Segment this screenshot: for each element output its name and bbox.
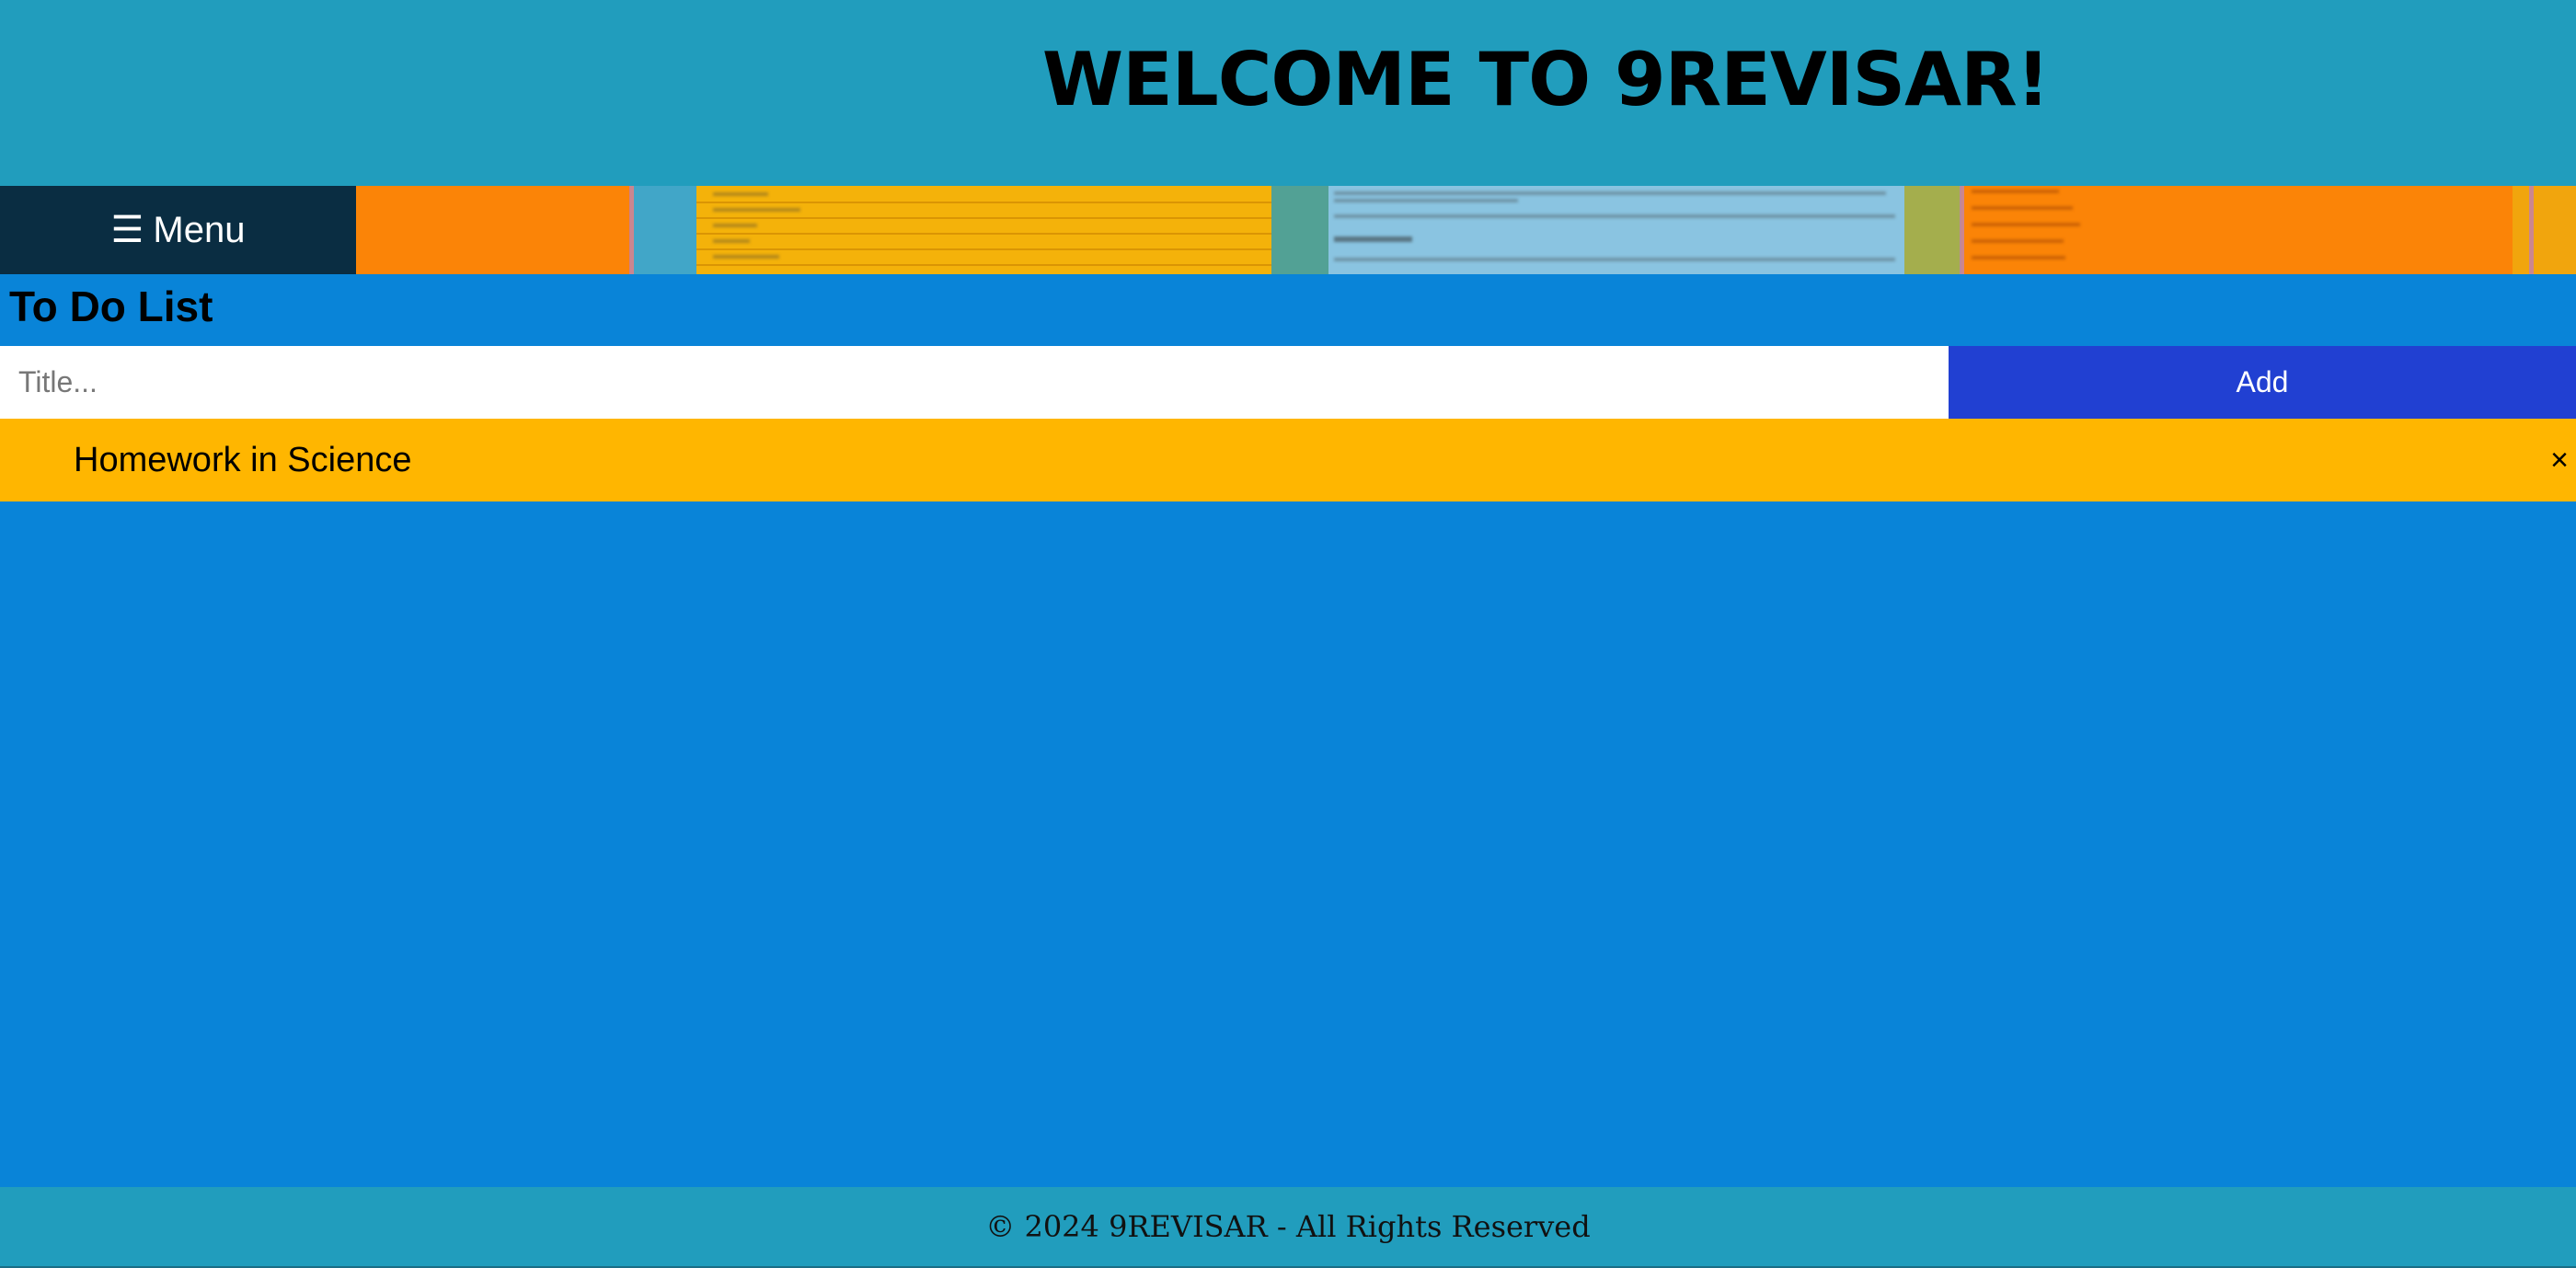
banner-segment: [1271, 186, 1328, 274]
banner-divider: [2529, 186, 2534, 274]
todo-heading: To Do List: [9, 282, 213, 330]
copyright-text: © 2024 9REVISAR - All Rights Reserved: [985, 1209, 1591, 1244]
site-header: WELCOME TO 9REVISAR!: [0, 0, 2576, 186]
menu-button[interactable]: ☰ Menu: [0, 186, 356, 274]
banner-list-thumbnail: [696, 186, 1271, 274]
close-icon[interactable]: ×: [2550, 419, 2569, 501]
page-title: WELCOME TO 9REVISAR!: [1041, 37, 2050, 122]
navbar: ☰ Menu: [0, 186, 2576, 274]
menu-label: Menu: [153, 209, 246, 250]
hamburger-icon: ☰: [110, 210, 144, 250]
todo-item[interactable]: Homework in Science ×: [0, 419, 2576, 501]
banner-segment: [634, 186, 698, 274]
banner-image-strip: [356, 186, 2576, 274]
todo-input-row: Add: [0, 346, 2576, 419]
site-footer: © 2024 9REVISAR - All Rights Reserved: [0, 1187, 2576, 1268]
banner-list-thumbnail: [1964, 186, 2513, 274]
banner-segment: [356, 186, 630, 274]
todo-list: Homework in Science ×: [0, 419, 2576, 501]
add-button[interactable]: Add: [1949, 346, 2576, 419]
todo-item-text: Homework in Science: [74, 441, 412, 479]
todo-title-input[interactable]: [0, 346, 1949, 419]
banner-text-thumbnail: [1328, 186, 1904, 274]
banner-segment: [1904, 186, 1961, 274]
